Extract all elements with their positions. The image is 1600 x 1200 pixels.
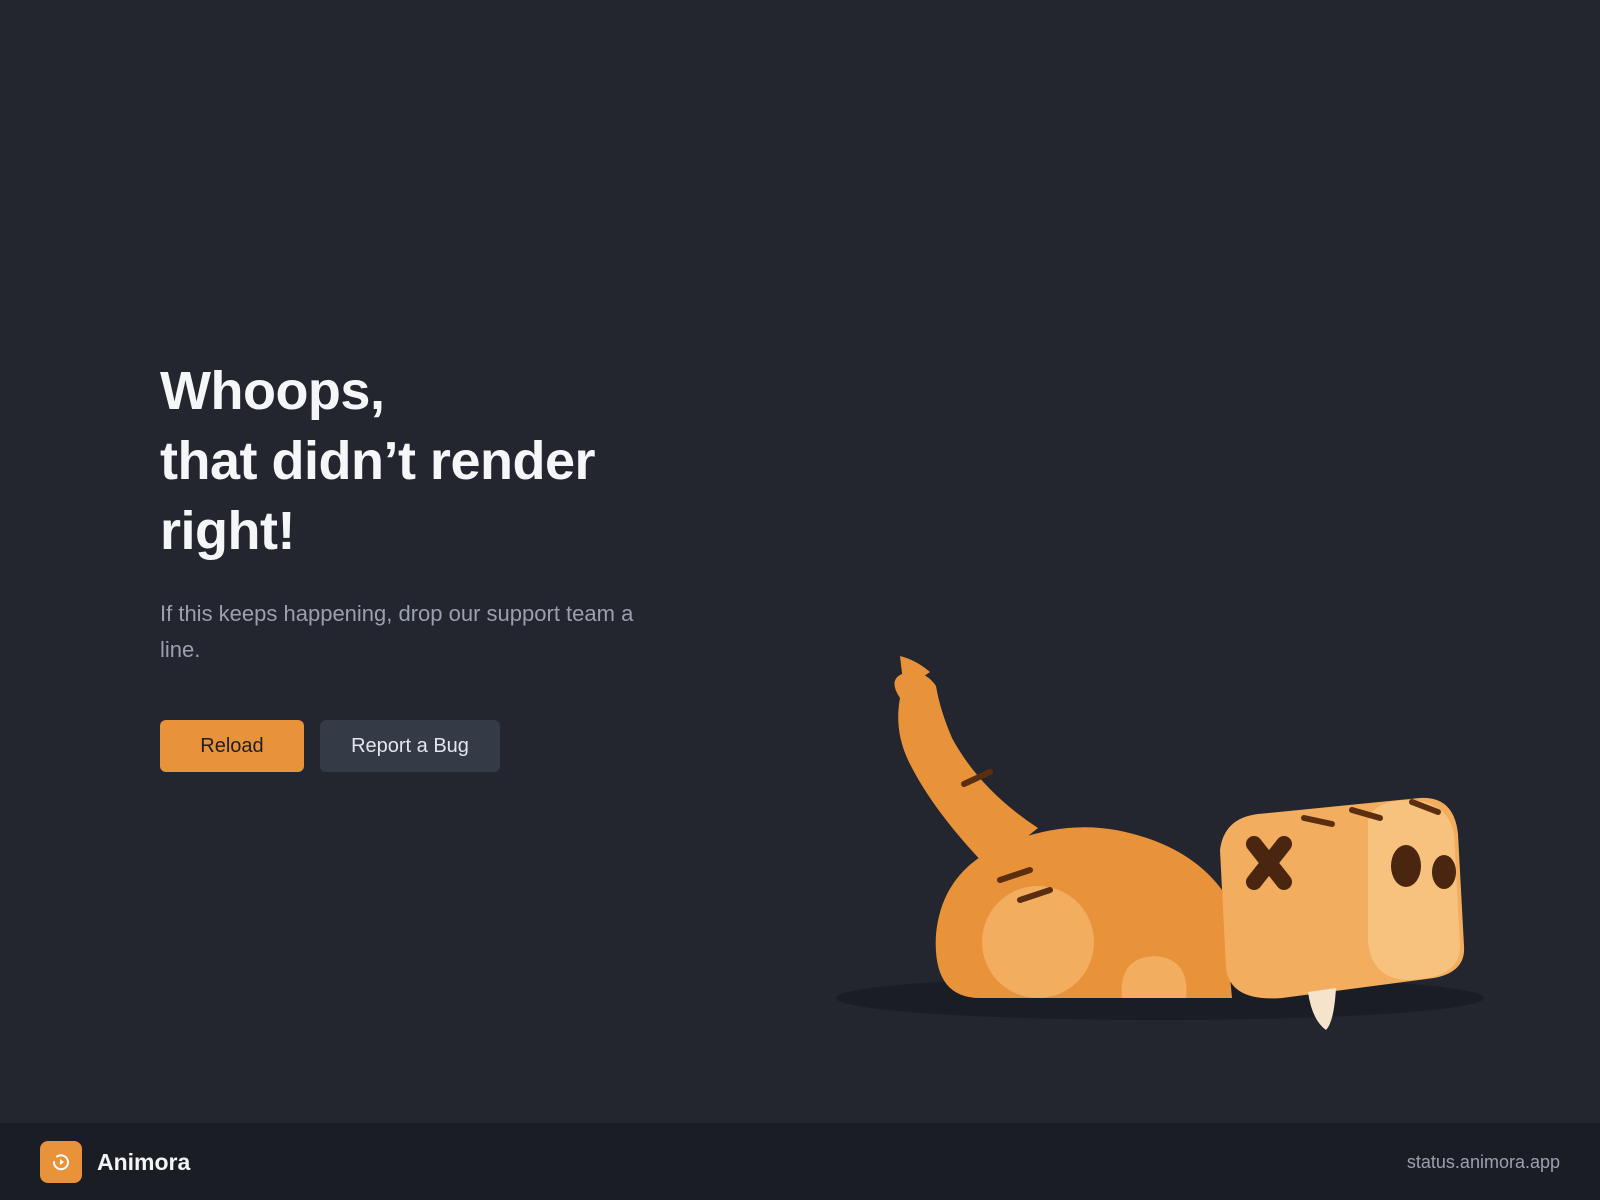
- error-title-line-3: right!: [160, 501, 295, 561]
- report-bug-button[interactable]: Report a Bug: [320, 720, 500, 772]
- footer-bar: Animora status.animora.app: [0, 1123, 1600, 1200]
- nostril-left: [1391, 845, 1421, 887]
- error-message-block: Whoops, that didn’t render right! If thi…: [160, 356, 680, 772]
- knocked-out-cat-illustration: [836, 656, 1484, 1030]
- cat-tail: [894, 672, 1038, 868]
- error-title-line-2: that didn’t render: [160, 431, 596, 491]
- reload-button[interactable]: Reload: [160, 720, 304, 772]
- error-title-line-1: Whoops,: [160, 361, 385, 421]
- nostril-right: [1432, 855, 1456, 889]
- action-buttons: Reload Report a Bug: [160, 720, 680, 772]
- cat-tooth: [1308, 988, 1336, 1030]
- status-page-link[interactable]: status.animora.app: [1407, 1151, 1560, 1173]
- refresh-icon: [52, 1154, 69, 1171]
- cat-haunch: [982, 886, 1094, 998]
- brand-name[interactable]: Animora: [97, 1147, 190, 1177]
- error-page: Whoops, that didn’t render right! If thi…: [0, 0, 1600, 1200]
- error-title: Whoops, that didn’t render right!: [160, 356, 680, 566]
- cat-snout: [1368, 800, 1460, 980]
- error-subtitle: If this keeps happening, drop our suppor…: [160, 601, 634, 662]
- brand-logo[interactable]: [40, 1141, 82, 1183]
